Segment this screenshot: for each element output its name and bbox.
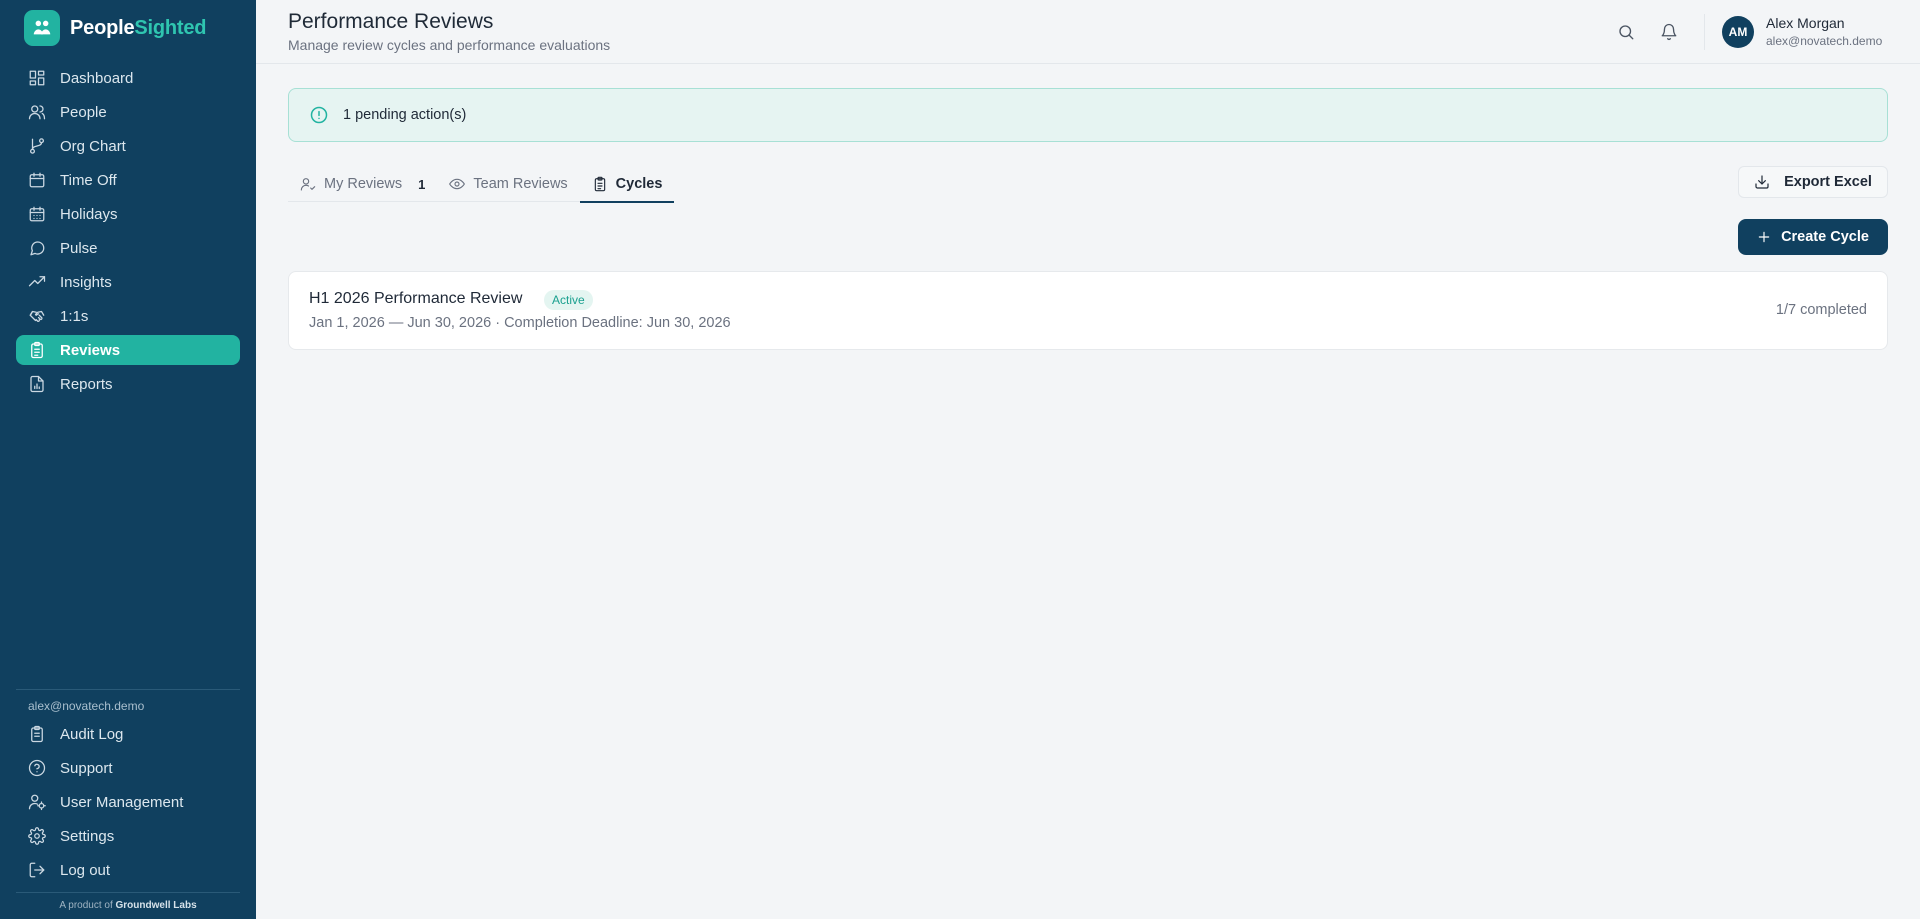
user-name[interactable]: Alex Morgan	[1766, 15, 1845, 31]
cycle-progress: 1/7 completed	[1775, 302, 1867, 318]
sidebar-item-insights[interactable]: Insights	[16, 267, 240, 297]
dashboard-icon	[29, 70, 45, 86]
logout-icon	[29, 862, 45, 878]
tab-label: My Reviews	[324, 176, 403, 192]
notifications-button[interactable]	[1657, 20, 1681, 44]
tab-team-reviews[interactable]: Team Reviews	[437, 166, 579, 202]
sidebar-item-holidays[interactable]: Holidays	[16, 199, 240, 229]
clipboard-list-icon	[31, 725, 43, 743]
sidebar-divider	[16, 892, 240, 893]
sidebar-item-label: Org Chart	[60, 137, 126, 155]
tab-count-badge: 1	[418, 176, 426, 192]
sidebar-item-label: Holidays	[60, 205, 118, 223]
page-header: Performance Reviews Manage review cycles…	[256, 0, 1920, 64]
search-button[interactable]	[1614, 20, 1638, 44]
eye-icon	[449, 178, 466, 190]
tab-label: Cycles	[615, 176, 663, 192]
sidebar-item-settings[interactable]: Settings	[16, 821, 240, 851]
sidebar-item-label: 1:1s	[60, 307, 89, 325]
page-title: Performance Reviews	[288, 10, 494, 33]
sidebar-item-pulse[interactable]: Pulse	[16, 233, 240, 263]
sidebar-item-label: Reviews	[60, 341, 121, 359]
clipboard-icon	[594, 176, 605, 192]
user-email: alex@novatech.demo	[1766, 34, 1883, 48]
report-icon	[30, 375, 44, 393]
sidebar-item-label: Settings	[60, 827, 115, 845]
sidebar-user-email: alex@novatech.demo	[28, 699, 145, 713]
sidebar-item-support[interactable]: Support	[16, 753, 240, 783]
create-label: Create Cycle	[1781, 229, 1869, 245]
main-nav: Dashboard People Org Chart Time Off Holi…	[16, 63, 240, 403]
sidebar-footer: A product of Groundwell Labs	[59, 900, 197, 911]
sidebar-item-dashboard[interactable]: Dashboard	[16, 63, 240, 93]
handshake-icon	[29, 310, 45, 322]
sidebar-item-time-off[interactable]: Time Off	[16, 165, 240, 195]
sidebar-item-label: Log out	[60, 861, 111, 879]
user-check-icon	[300, 178, 316, 191]
sidebar-item-audit-log[interactable]: Audit Log	[16, 719, 240, 749]
sidebar-item-org-chart[interactable]: Org Chart	[16, 131, 240, 161]
plus-icon	[1758, 231, 1770, 243]
sidebar-item-label: Support	[60, 759, 113, 777]
help-circle-icon	[28, 759, 46, 777]
brand-logo-icon	[24, 10, 60, 46]
user-cog-icon	[28, 794, 46, 811]
sidebar-item-people[interactable]: People	[16, 97, 240, 127]
review-tabs: My Reviews 1 Team Reviews Cycles	[288, 166, 675, 203]
cycle-dates: Jan 1, 2026 — Jun 30, 2026 · Completion …	[309, 315, 731, 331]
pending-actions-alert[interactable]: 1 pending action(s)	[288, 88, 1888, 142]
create-cycle-button[interactable]: Create Cycle	[1738, 219, 1888, 255]
calendar-icon	[29, 172, 45, 188]
sidebar: PeopleSighted Dashboard People Org Chart…	[0, 0, 256, 919]
gear-icon	[28, 827, 46, 845]
org-chart-icon	[29, 138, 45, 154]
sidebar-item-label: People	[60, 103, 107, 121]
tab-cycles[interactable]: Cycles	[579, 166, 675, 203]
sidebar-item-label: Insights	[60, 273, 112, 291]
search-icon	[1619, 25, 1634, 40]
status-badge: Active	[544, 290, 593, 310]
brand[interactable]: PeopleSighted	[24, 9, 207, 47]
clipboard-icon	[31, 341, 43, 359]
sidebar-item-logout[interactable]: Log out	[16, 855, 240, 885]
sidebar-item-one-on-ones[interactable]: 1:1s	[16, 301, 240, 331]
export-label: Export Excel	[1784, 174, 1872, 190]
calendar-grid-icon	[29, 206, 45, 222]
chat-bubble-icon	[30, 241, 45, 256]
sidebar-item-reports[interactable]: Reports	[16, 369, 240, 399]
trend-up-icon	[28, 276, 46, 287]
sidebar-item-label: User Management	[60, 793, 184, 811]
sidebar-item-label: Audit Log	[60, 725, 124, 743]
people-icon	[28, 105, 46, 120]
sidebar-item-label: Pulse	[60, 239, 98, 257]
alert-circle-icon	[310, 106, 328, 124]
brand-name: PeopleSighted	[70, 16, 207, 39]
sidebar-item-label: Reports	[60, 375, 113, 393]
sidebar-item-label: Time Off	[60, 171, 117, 189]
bell-icon	[1661, 23, 1677, 41]
footer-company-link[interactable]: Groundwell Labs	[116, 900, 197, 911]
download-icon	[1755, 175, 1769, 189]
cycle-title: H1 2026 Performance Review	[309, 290, 523, 307]
tab-label: Team Reviews	[473, 176, 568, 192]
cycle-card[interactable]: H1 2026 Performance Review Active Jan 1,…	[288, 271, 1888, 350]
sidebar-item-label: Dashboard	[60, 69, 134, 87]
sidebar-item-user-management[interactable]: User Management	[16, 787, 240, 817]
avatar[interactable]: AM	[1722, 16, 1754, 48]
tab-my-reviews[interactable]: My Reviews 1	[288, 166, 437, 202]
header-divider	[1704, 14, 1705, 50]
export-excel-button[interactable]: Export Excel	[1738, 166, 1888, 198]
secondary-nav: Audit Log Support User Management Settin…	[16, 719, 240, 889]
sidebar-item-reviews[interactable]: Reviews	[16, 335, 240, 365]
page-subtitle: Manage review cycles and performance eva…	[288, 37, 611, 53]
alert-text: 1 pending action(s)	[343, 107, 467, 123]
sidebar-divider	[16, 689, 240, 690]
